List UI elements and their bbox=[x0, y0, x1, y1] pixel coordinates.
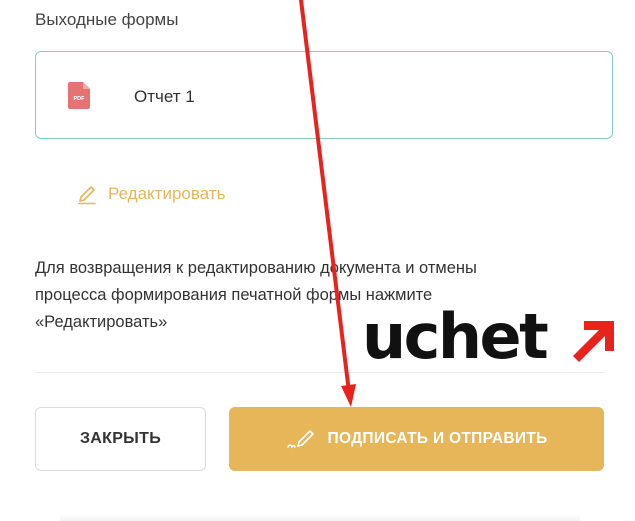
sign-and-send-button[interactable]: ПОДПИСАТЬ И ОТПРАВИТЬ bbox=[229, 407, 604, 471]
uchet-logo: uchet bbox=[356, 300, 626, 374]
pdf-file-icon: PDF bbox=[68, 82, 90, 109]
info-line: Для возвращения к редактированию докумен… bbox=[35, 259, 477, 277]
output-file-card[interactable]: PDF Отчет 1 bbox=[35, 51, 613, 139]
close-button[interactable]: ЗАКРЫТЬ bbox=[35, 407, 206, 471]
close-button-label: ЗАКРЫТЬ bbox=[79, 430, 162, 447]
file-name[interactable]: Отчет 1 bbox=[134, 87, 195, 107]
bottom-shadow bbox=[60, 514, 580, 521]
logo-text: uchet bbox=[362, 300, 549, 373]
section-title: Выходные формы bbox=[35, 10, 179, 29]
red-arrow-icon bbox=[573, 321, 614, 362]
edit-link[interactable]: Редактировать bbox=[76, 182, 225, 206]
pencil-icon bbox=[78, 186, 96, 205]
edit-link-label[interactable]: Редактировать bbox=[108, 184, 225, 204]
sign-button-label: ПОДПИСАТЬ И ОТПРАВИТЬ bbox=[327, 430, 548, 447]
pdf-icon-label: PDF bbox=[74, 96, 86, 102]
signature-pen-icon bbox=[286, 430, 314, 449]
